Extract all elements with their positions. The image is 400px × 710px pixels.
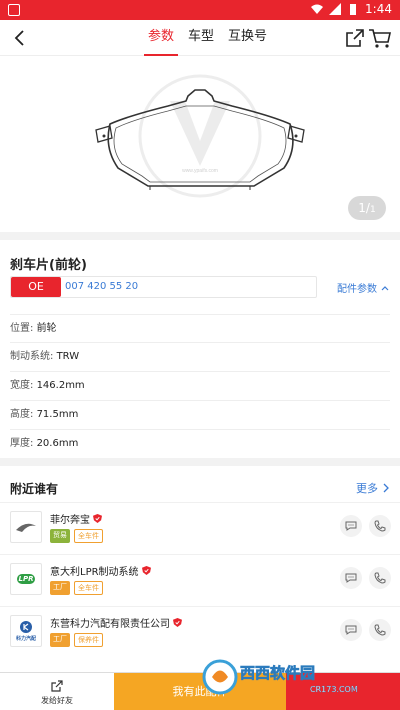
config-params-link[interactable]: 配件参数 (337, 280, 390, 295)
part-title: 刹车片(前轮) (10, 258, 87, 273)
gallery-page-counter: 1/1 (348, 196, 386, 220)
spec-label: 制动系统: (10, 351, 54, 362)
call-button[interactable] (369, 567, 391, 589)
shop-type-tag: 贸易 (50, 529, 70, 543)
status-time: 1:44 (365, 2, 392, 16)
back-arrow-icon[interactable] (8, 26, 32, 50)
shop-name: 东营科力汽配有限责任公司 (50, 619, 170, 630)
nearby-section: 附近谁有 更多 菲尔奔宝 贸易 全车件 LPR 意大利LPR制动系统 工厂 全车… (0, 466, 400, 672)
spec-label: 位置: (10, 323, 34, 334)
tab-interchange[interactable]: 互换号 (228, 20, 267, 56)
part-info-section: 刹车片(前轮) OE 007 420 55 20 配件参数 位置: 前轮 制动系… (0, 240, 400, 458)
spec-value: 71.5mm (36, 409, 79, 420)
phone-icon (374, 572, 386, 584)
more-label: 更多 (356, 482, 378, 495)
spec-value: TRW (56, 351, 80, 362)
chevron-up-icon (381, 285, 389, 290)
verified-badge-icon (141, 566, 151, 575)
tab-models[interactable]: 车型 (188, 20, 214, 56)
spec-row-thickness: 厚度: 20.6mm (10, 429, 390, 457)
oe-number[interactable]: 007 420 55 20 (65, 277, 138, 297)
shop-name-row: 东营科力汽配有限责任公司 (50, 615, 182, 630)
oe-badge: OE (11, 277, 61, 297)
chat-icon (345, 521, 357, 531)
shop-logo-graphic (16, 523, 36, 532)
spec-label: 宽度: (10, 380, 34, 391)
send-to-friend-label: 发给好友 (41, 695, 73, 705)
gallery-total-pages: 1 (369, 205, 376, 215)
chat-icon (345, 573, 357, 583)
spec-row-height: 高度: 71.5mm (10, 400, 390, 428)
shop-type-tag: 工厂 (50, 581, 70, 595)
chevron-right-icon (383, 483, 389, 493)
shop-scope-tag: 保养件 (74, 633, 103, 647)
phone-icon (374, 624, 386, 636)
chat-icon (345, 625, 357, 635)
shop-item[interactable]: LPR 意大利LPR制动系统 工厂 全车件 (0, 554, 400, 606)
section-divider (0, 232, 400, 240)
nearby-title: 附近谁有 (10, 482, 59, 496)
have-this-part-button[interactable]: 我有此配件 (114, 673, 286, 710)
shop-name-row: 菲尔奔宝 (50, 511, 102, 526)
spec-value: 20.6mm (36, 438, 79, 449)
bottom-action-bar: 发给好友 我有此配件 (0, 672, 400, 710)
tab-bar: 参数 车型 互换号 (143, 20, 267, 56)
shop-item[interactable]: 菲尔奔宝 贸易 全车件 (0, 502, 400, 554)
chat-button[interactable] (340, 515, 362, 537)
shop-tags: 工厂 全车件 (50, 581, 103, 595)
spec-row-width: 宽度: 146.2mm (10, 371, 390, 399)
shop-logo (10, 511, 42, 543)
share-icon (51, 679, 63, 692)
primary-action-button[interactable] (286, 673, 400, 710)
more-link[interactable]: 更多 (356, 480, 390, 496)
notification-icon (8, 4, 20, 16)
spec-value: 146.2mm (36, 380, 85, 391)
verified-badge-icon (173, 618, 182, 627)
shop-item[interactable]: 科力汽配 东营科力汽配有限责任公司 工厂 保养件 (0, 606, 400, 658)
gallery-current-page: 1 (358, 201, 366, 215)
signal-icon (329, 3, 342, 15)
shop-tags: 贸易 全车件 (50, 529, 103, 543)
shop-tags: 工厂 保养件 (50, 633, 103, 647)
chat-button[interactable] (340, 619, 362, 641)
shop-scope-tag: 全车件 (74, 581, 103, 595)
brake-pad-image: www.ypaifs.com (95, 74, 305, 198)
share-icon[interactable] (344, 27, 366, 49)
spec-row-position: 位置: 前轮 (10, 314, 390, 342)
spec-label: 厚度: (10, 438, 34, 449)
shop-logo-text: 科力汽配 (15, 636, 36, 642)
shop-name: 菲尔奔宝 (50, 515, 90, 526)
shop-type-tag: 工厂 (50, 633, 70, 647)
shop-name-row: 意大利LPR制动系统 (50, 563, 151, 578)
top-nav: 参数 车型 互换号 (0, 20, 400, 56)
tab-params[interactable]: 参数 (143, 20, 179, 56)
spec-value: 前轮 (36, 323, 57, 334)
spec-label: 高度: (10, 409, 34, 420)
wifi-icon (311, 4, 324, 14)
section-divider (0, 458, 400, 466)
shop-logo: LPR (10, 563, 42, 595)
send-to-friend-button[interactable]: 发给好友 (0, 673, 114, 710)
shop-logo-graphic (20, 621, 32, 633)
shop-logo: 科力汽配 (10, 615, 42, 647)
shop-name: 意大利LPR制动系统 (50, 567, 139, 578)
shop-logo-text: LPR (16, 574, 36, 584)
watermark-url: www.ypaifs.com (182, 168, 218, 174)
cart-icon[interactable] (368, 26, 392, 50)
oe-number-row[interactable]: OE 007 420 55 20 (10, 276, 317, 298)
verified-badge-icon (93, 514, 102, 523)
phone-icon (374, 520, 386, 532)
spec-row-brake-system: 制动系统: TRW (10, 342, 390, 370)
product-gallery[interactable]: www.ypaifs.com 1/1 (0, 56, 400, 232)
call-button[interactable] (369, 515, 391, 537)
battery-icon (350, 4, 357, 15)
status-bar: 1:44 (0, 0, 400, 20)
chat-button[interactable] (340, 567, 362, 589)
config-params-label: 配件参数 (337, 284, 377, 295)
shop-scope-tag: 全车件 (74, 529, 103, 543)
call-button[interactable] (369, 619, 391, 641)
